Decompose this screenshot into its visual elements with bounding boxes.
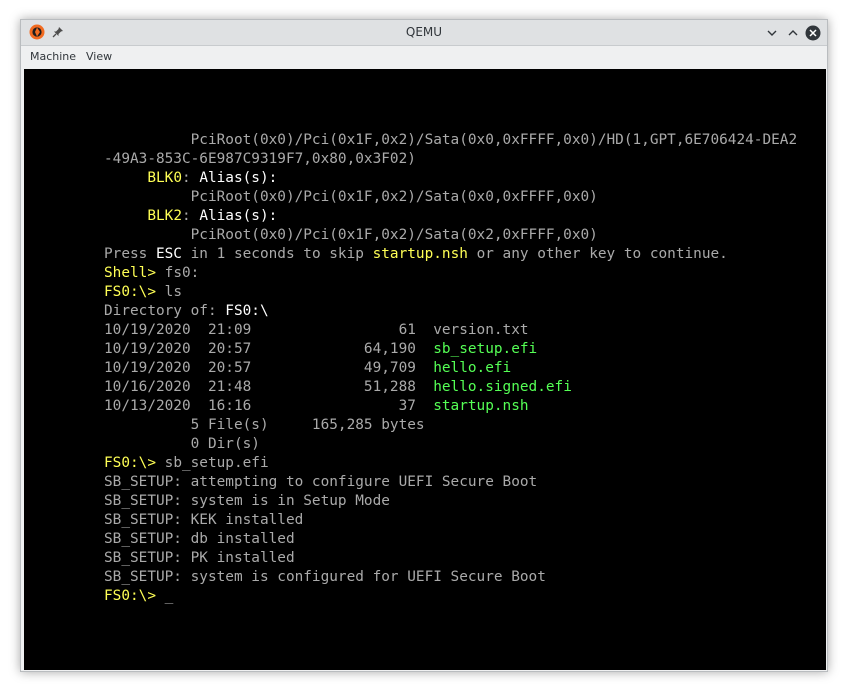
console-line: SB_SETUP: KEK installed [104, 511, 797, 530]
console-line: FS0:\> sb_setup.efi [104, 454, 797, 473]
console-text: PciRoot(0x0)/Pci(0x1F,0x2)/Sata(0x0,0xFF… [104, 132, 798, 148]
console-text: 10/16/2020 21:48 51,288 [104, 379, 434, 395]
window-title: QEMU [405, 25, 443, 39]
console-line: FS0:\> _ [104, 587, 797, 606]
maximize-chevron-up-icon[interactable] [785, 25, 801, 41]
console-text: startup.nsh [433, 398, 529, 414]
console-line: 10/13/2020 16:16 37 startup.nsh [104, 397, 797, 416]
console-line: Press ESC in 1 seconds to skip startup.n… [104, 245, 797, 264]
console-text: sb_setup.efi [164, 455, 269, 471]
console-text: 10/19/2020 20:57 64,190 [104, 341, 434, 357]
console-text: 10/19/2020 20:57 49,709 [104, 360, 434, 376]
vm-display[interactable]: PciRoot(0x0)/Pci(0x1F,0x2)/Sata(0x0,0xFF… [24, 69, 826, 670]
console-text: 5 File(s) 165,285 bytes [104, 417, 425, 433]
menu-view[interactable]: View [86, 50, 112, 63]
console-text: sb_setup.efi [433, 341, 538, 357]
close-icon[interactable] [805, 25, 821, 41]
console-text: ESC [155, 246, 182, 262]
console-line: FS0:\> ls [104, 283, 797, 302]
console-line: 10/16/2020 21:48 51,288 hello.signed.efi [104, 378, 797, 397]
console-text: Alias(s): [199, 170, 278, 186]
console-line: 10/19/2020 20:57 49,709 hello.efi [104, 359, 797, 378]
console-line: SB_SETUP: system is in Setup Mode [104, 492, 797, 511]
console-line: SB_SETUP: db installed [104, 530, 797, 549]
console-text: FS0:\> [104, 455, 165, 471]
console-line: 0 Dir(s) [104, 435, 797, 454]
title-bar[interactable]: QEMU [21, 20, 827, 46]
console-text: PciRoot(0x0)/Pci(0x1F,0x2)/Sata(0x0,0xFF… [104, 189, 598, 205]
console-text: FS0:\ [225, 303, 269, 319]
console-text: BLK2 [147, 208, 182, 224]
console-text: SB_SETUP: PK installed [104, 550, 295, 566]
console-text: FS0:\> [104, 284, 165, 300]
console-text: FS0:\> [104, 588, 165, 604]
console-text: SB_SETUP: system is in Setup Mode [104, 493, 390, 509]
console-text: hello.efi [433, 360, 512, 376]
console-line: PciRoot(0x0)/Pci(0x1F,0x2)/Sata(0x0,0xFF… [104, 188, 797, 207]
console-line: BLK0: Alias(s): [104, 169, 797, 188]
console-text: : [181, 170, 200, 186]
console-text: or any other key to continue. [467, 246, 728, 262]
menu-machine[interactable]: Machine [30, 50, 76, 63]
console-line: SB_SETUP: attempting to configure UEFI S… [104, 473, 797, 492]
qemu-window: QEMU Machine View PciRoot(0x0)/Pci(0x1F,… [20, 19, 828, 672]
console-line: Directory of: FS0:\ [104, 302, 797, 321]
console-line: PciRoot(0x0)/Pci(0x1F,0x2)/Sata(0x2,0xFF… [104, 226, 797, 245]
console-text: Alias(s): [199, 208, 278, 224]
console-line: Shell> fs0: [104, 264, 797, 283]
console-line: 10/19/2020 21:09 61 version.txt [104, 321, 797, 340]
console-text: startup.nsh [372, 246, 468, 262]
console-text: -49A3-853C-6E987C9319F7,0x80,0x3F02) [104, 151, 416, 167]
console-text: 10/13/2020 16:16 37 [104, 398, 434, 414]
console-text: SB_SETUP: db installed [104, 531, 295, 547]
console-line: 10/19/2020 20:57 64,190 sb_setup.efi [104, 340, 797, 359]
console-text: SB_SETUP: KEK installed [104, 512, 304, 528]
console-text: version.txt [433, 322, 529, 338]
console-text: 10/19/2020 21:09 61 [104, 322, 434, 338]
console-text: fs0: [164, 265, 200, 281]
console-text: : [181, 208, 200, 224]
console-text: Shell> [104, 265, 165, 281]
console-text: ls [164, 284, 182, 300]
console-line: SB_SETUP: PK installed [104, 549, 797, 568]
minimize-chevron-down-icon[interactable] [764, 25, 780, 41]
menu-bar: Machine View [21, 46, 827, 69]
console-text: SB_SETUP: attempting to configure UEFI S… [104, 474, 538, 490]
console-line: SB_SETUP: system is configured for UEFI … [104, 568, 797, 587]
uefi-shell-console[interactable]: PciRoot(0x0)/Pci(0x1F,0x2)/Sata(0x0,0xFF… [104, 131, 797, 606]
console-line: BLK2: Alias(s): [104, 207, 797, 226]
console-line: -49A3-853C-6E987C9319F7,0x80,0x3F02) [104, 150, 797, 169]
console-text: Directory of: [104, 303, 226, 319]
console-text: hello.signed.efi [433, 379, 572, 395]
console-text: 0 Dir(s) [104, 436, 260, 452]
text-cursor: _ [164, 588, 174, 604]
console-text: Press [104, 246, 156, 262]
console-line: 5 File(s) 165,285 bytes [104, 416, 797, 435]
console-text: PciRoot(0x0)/Pci(0x1F,0x2)/Sata(0x2,0xFF… [104, 227, 598, 243]
console-text: BLK0 [147, 170, 182, 186]
console-text: in 1 seconds to skip [181, 246, 373, 262]
console-line: PciRoot(0x0)/Pci(0x1F,0x2)/Sata(0x0,0xFF… [104, 131, 798, 150]
console-text: SB_SETUP: system is configured for UEFI … [104, 569, 546, 585]
